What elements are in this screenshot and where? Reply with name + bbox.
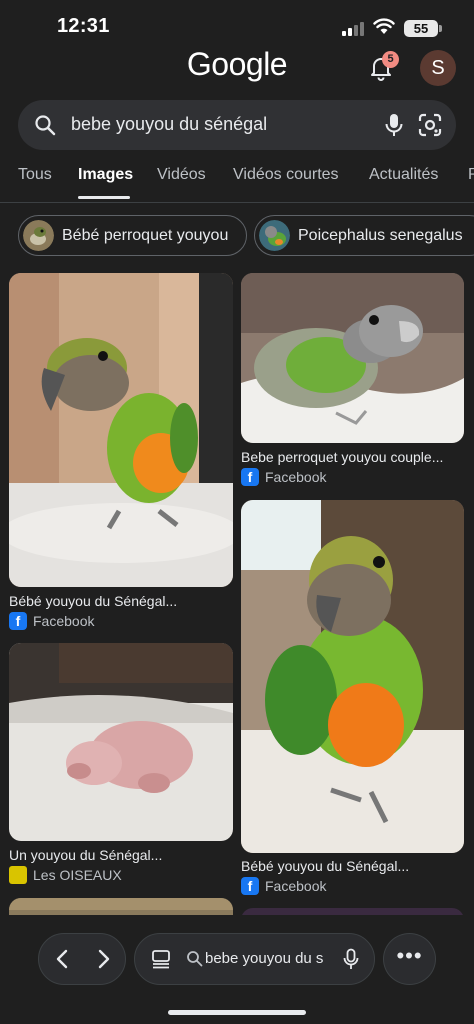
result-source[interactable]: Facebook (265, 469, 326, 485)
google-logo[interactable]: Google (0, 46, 474, 83)
battery-tip (439, 25, 442, 32)
search-input[interactable]: bebe youyou du sénégal (71, 114, 267, 135)
google-image-search-page: 12:31 55 Google 5 S bebe youyou du sénég… (0, 0, 474, 1024)
search-tabs: Tous Images Vidéos Vidéos courtes Actual… (0, 160, 474, 200)
home-indicator (168, 1010, 306, 1015)
navigation-buttons (38, 933, 126, 985)
chip-thumbnail (259, 220, 290, 251)
result-image[interactable] (241, 500, 464, 853)
reader-tabs-icon[interactable] (151, 949, 171, 969)
result-image[interactable] (241, 273, 464, 443)
related-chip-poicephalus[interactable]: Poicephalus senegalus (254, 215, 474, 256)
search-icon (35, 115, 56, 136)
result-title[interactable]: Un youyou du Sénégal... (9, 847, 162, 863)
tab-more[interactable]: P (468, 166, 474, 184)
active-tab-indicator (78, 196, 130, 199)
result-title[interactable]: Bébé youyou du Sénégal... (241, 858, 409, 874)
chip-thumbnail (23, 220, 54, 251)
result-image[interactable] (9, 273, 233, 587)
result-title[interactable]: Bebe perroquet youyou couple... (241, 449, 443, 465)
mic-icon[interactable] (382, 112, 406, 138)
search-bar[interactable]: bebe youyou du sénégal (18, 100, 456, 150)
result-source[interactable]: Les OISEAUX (33, 867, 122, 883)
tabs-divider (0, 202, 474, 203)
facebook-icon: f (9, 612, 27, 630)
address-bar[interactable]: bebe youyou du s (134, 933, 375, 985)
chip-label: Poicephalus senegalus (298, 227, 463, 244)
back-arrow-icon[interactable] (51, 947, 75, 971)
mic-icon[interactable] (341, 948, 361, 970)
tab-actualites[interactable]: Actualités (369, 166, 438, 184)
chip-label: Bébé perroquet youyou (62, 227, 229, 244)
notification-badge: 5 (382, 51, 399, 68)
address-text[interactable]: bebe youyou du s (205, 950, 329, 967)
tab-videos-courtes[interactable]: Vidéos courtes (233, 166, 339, 184)
forward-arrow-icon[interactable] (91, 947, 115, 971)
browser-bottom-bar: bebe youyou du s ••• (0, 915, 474, 1024)
account-avatar[interactable]: S (420, 50, 456, 86)
oiseaux-icon (9, 866, 27, 884)
result-title[interactable]: Bébé youyou du Sénégal... (9, 593, 177, 609)
tab-videos[interactable]: Vidéos (157, 166, 206, 184)
facebook-icon: f (241, 468, 259, 486)
tab-tous[interactable]: Tous (18, 166, 52, 184)
related-chip-bebe-perroquet[interactable]: Bébé perroquet youyou (18, 215, 247, 256)
result-source[interactable]: Facebook (265, 878, 326, 894)
result-image[interactable] (9, 643, 233, 841)
wifi-icon (373, 18, 395, 34)
battery-icon: 55 (404, 20, 438, 37)
status-time: 12:31 (57, 15, 110, 37)
google-lens-icon[interactable] (417, 112, 443, 138)
search-icon (187, 951, 203, 967)
more-options-button[interactable]: ••• (383, 933, 436, 985)
tab-images[interactable]: Images (78, 166, 133, 184)
cellular-signal-icon (342, 20, 368, 36)
result-source[interactable]: Facebook (33, 613, 94, 629)
facebook-icon: f (241, 877, 259, 895)
